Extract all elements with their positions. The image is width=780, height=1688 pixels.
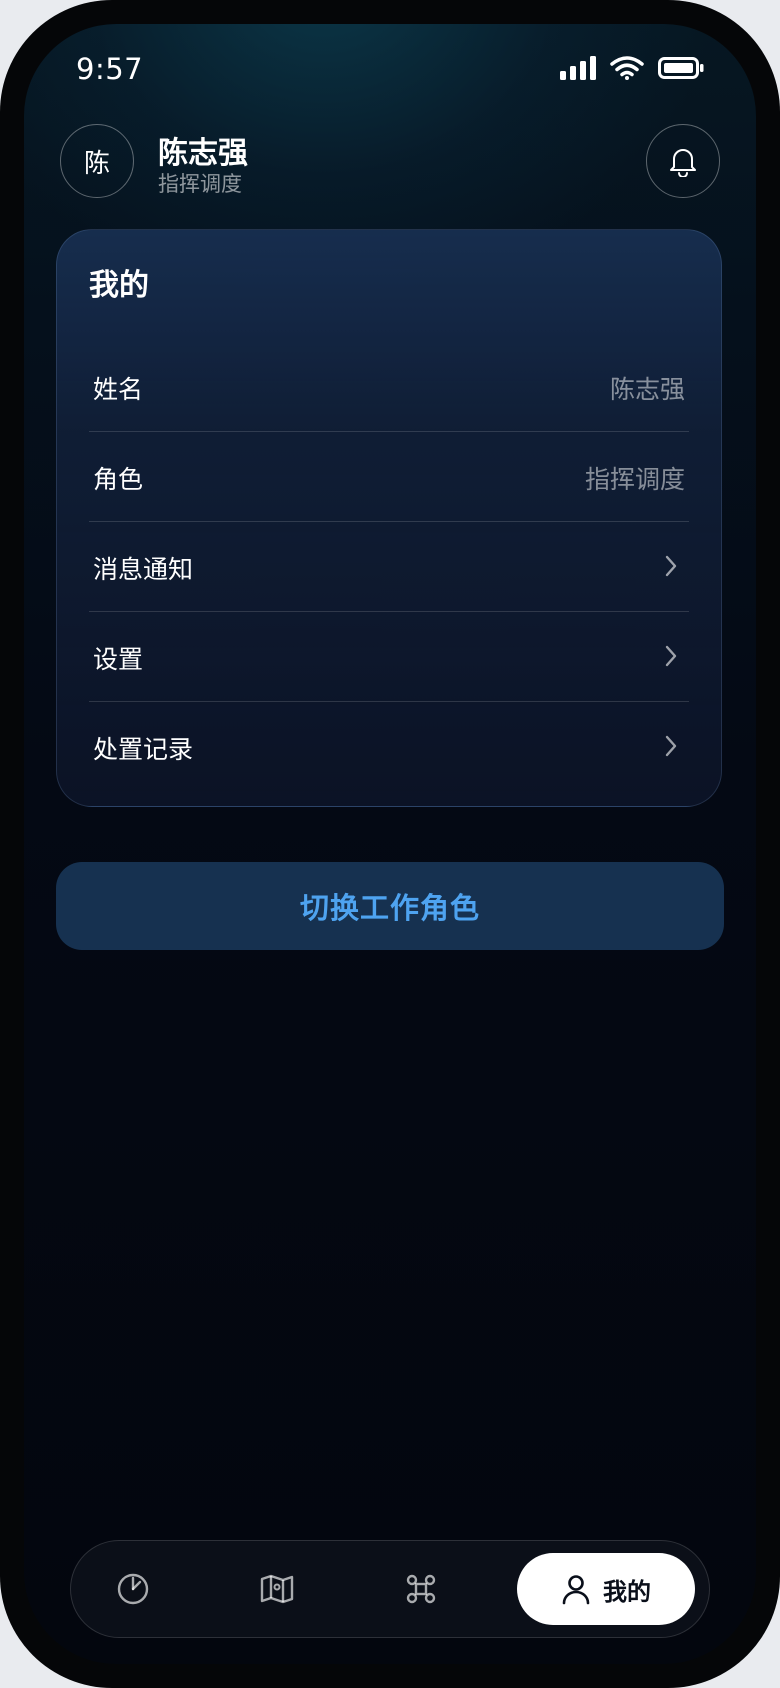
card-title: 我的	[89, 268, 149, 303]
user-role: 指挥调度	[158, 172, 242, 196]
map-icon	[260, 1574, 294, 1604]
row-name: 姓名 陈志强	[89, 342, 689, 432]
status-bar: 9:57	[24, 24, 756, 114]
battery-icon	[658, 57, 704, 79]
bell-icon	[670, 149, 696, 177]
tab-map[interactable]	[227, 1553, 327, 1625]
profile-header: 陈 陈志强 指挥调度	[60, 124, 720, 200]
row-label: 角色	[93, 465, 144, 494]
notifications-button[interactable]	[646, 124, 720, 198]
switch-role-button[interactable]: 切换工作角色	[56, 862, 724, 950]
status-icons	[560, 56, 704, 80]
row-disposal-records[interactable]: 处置记录	[89, 702, 689, 792]
row-value: 指挥调度	[584, 465, 685, 494]
dashboard-gauge-icon	[117, 1573, 149, 1605]
status-time: 9:57	[76, 52, 144, 86]
tab-profile-label: 我的	[603, 1577, 651, 1606]
row-label: 设置	[93, 645, 144, 674]
phone-frame: 9:57 陈 陈志强 指挥调度 我的 姓名 陈志强 角色 指挥调度 消息通知 设…	[0, 0, 780, 1688]
row-label: 姓名	[93, 375, 144, 404]
row-label: 处置记录	[93, 735, 194, 764]
row-notifications[interactable]: 消息通知	[89, 522, 689, 612]
bottom-tab-bar: 我的	[70, 1540, 710, 1638]
wifi-icon	[610, 56, 644, 80]
user-name: 陈志强	[158, 136, 248, 171]
person-icon	[562, 1575, 590, 1605]
row-role: 角色 指挥调度	[89, 432, 689, 522]
row-settings[interactable]: 设置	[89, 612, 689, 702]
avatar[interactable]: 陈	[60, 124, 134, 198]
chevron-right-icon	[665, 555, 677, 577]
avatar-text: 陈	[83, 148, 110, 179]
row-label: 消息通知	[93, 555, 194, 584]
command-icon	[406, 1574, 436, 1604]
tab-dashboard[interactable]	[83, 1553, 183, 1625]
chevron-right-icon	[665, 735, 677, 757]
row-value: 陈志强	[609, 375, 685, 404]
cellular-signal-icon	[560, 56, 596, 80]
tab-command[interactable]	[371, 1553, 471, 1625]
profile-card: 我的 姓名 陈志强 角色 指挥调度 消息通知 设置 处置记录	[56, 229, 722, 807]
tab-profile[interactable]: 我的	[517, 1553, 695, 1625]
chevron-right-icon	[665, 645, 677, 667]
screen: 9:57 陈 陈志强 指挥调度 我的 姓名 陈志强 角色 指挥调度 消息通知 设…	[24, 24, 756, 1664]
